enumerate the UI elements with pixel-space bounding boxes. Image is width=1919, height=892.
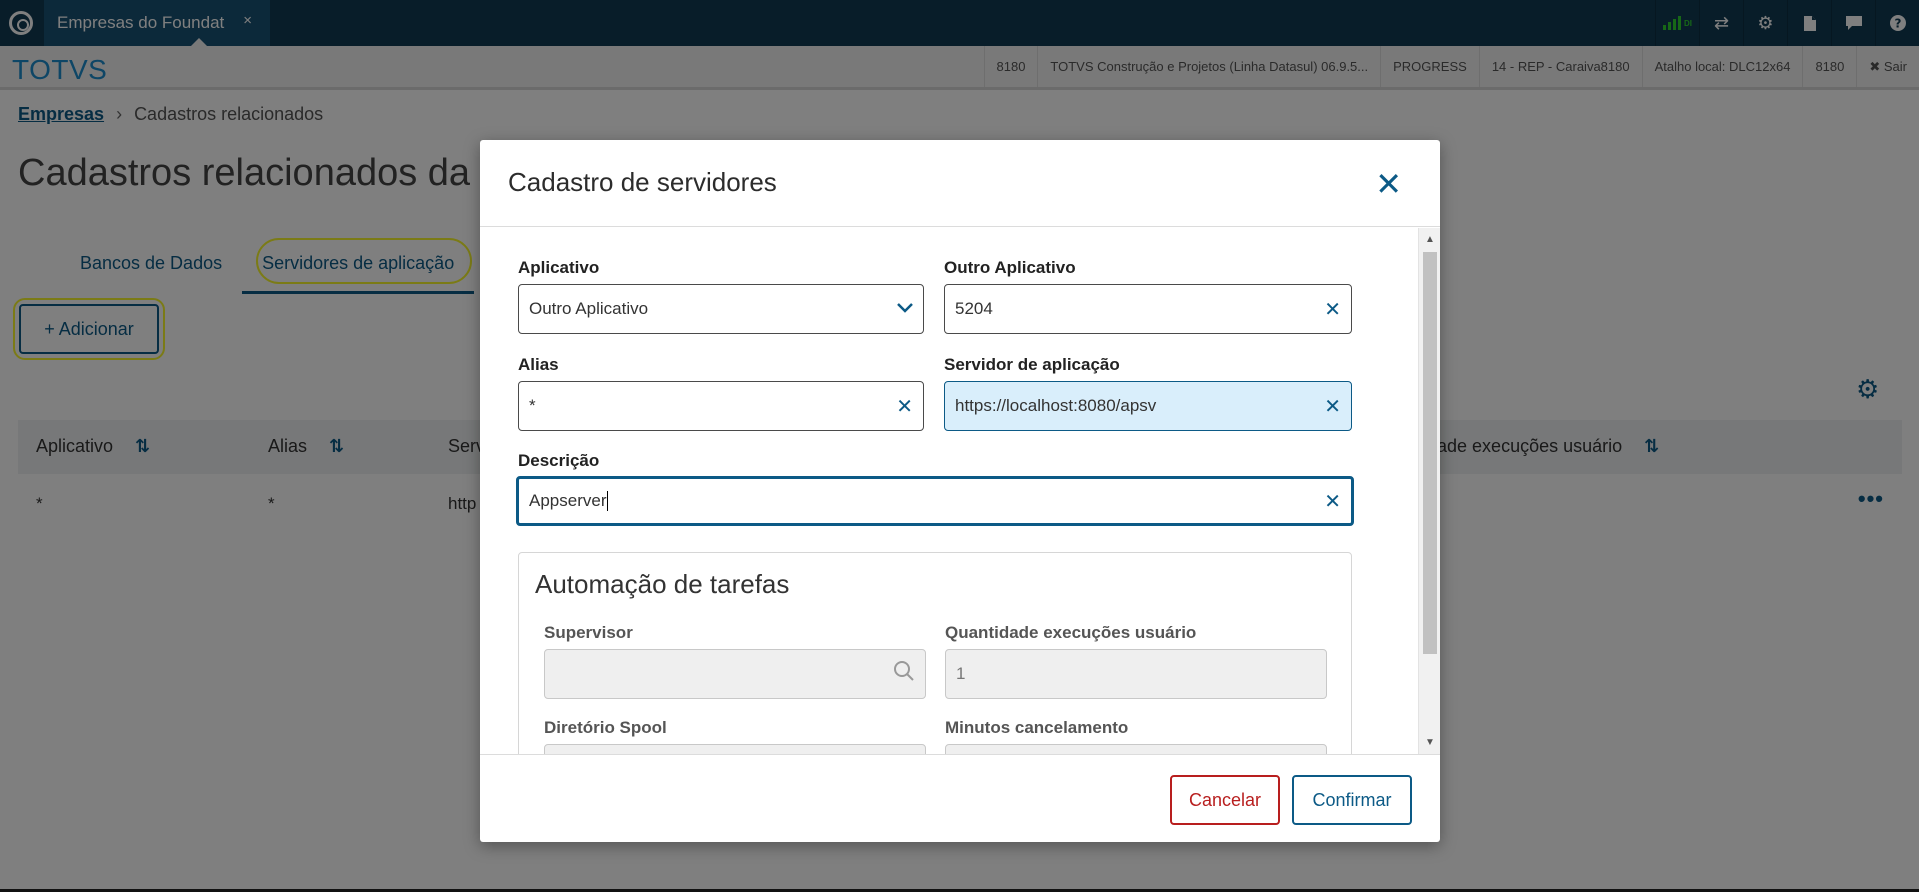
server-registration-dialog: Cadastro de servidores ✕ Aplicativo Outr… [480, 140, 1440, 842]
scroll-down-icon[interactable]: ▼ [1425, 737, 1435, 748]
chevron-down-icon[interactable] [897, 300, 913, 318]
alias-label: Alias [518, 355, 559, 374]
minutos-input[interactable] [945, 744, 1327, 754]
supervisor-input[interactable] [544, 649, 926, 699]
alias-value: * [529, 396, 536, 415]
quantidade-value: 1 [956, 664, 966, 683]
descricao-label: Descrição [518, 451, 600, 470]
dialog-scrollbar[interactable]: ▲ ▼ [1418, 228, 1440, 754]
spool-label: Diretório Spool [544, 718, 667, 737]
servidor-label: Servidor de aplicação [944, 355, 1120, 374]
outro-aplicativo-value: 5204 [955, 299, 993, 318]
outro-aplicativo-input[interactable]: 5204 ✕ [944, 284, 1352, 334]
search-icon[interactable] [893, 660, 915, 688]
clear-icon[interactable]: ✕ [1324, 489, 1341, 514]
clear-icon[interactable]: ✕ [1324, 297, 1341, 322]
dialog-footer: Cancelar Confirmar [480, 754, 1440, 842]
dialog-body: Aplicativo Outro Aplicativo Outro Aplica… [480, 228, 1440, 754]
aplicativo-label: Aplicativo [518, 258, 600, 277]
quantidade-label: Quantidade execuções usuário [945, 623, 1197, 642]
cancel-button[interactable]: Cancelar [1170, 775, 1280, 825]
scroll-up-icon[interactable]: ▲ [1425, 234, 1435, 245]
close-icon[interactable]: ✕ [1375, 168, 1402, 200]
descricao-value: Appserver [529, 490, 607, 510]
dialog-title: Cadastro de servidores [508, 167, 777, 197]
outro-aplicativo-label: Outro Aplicativo [944, 258, 1076, 277]
scroll-thumb[interactable] [1423, 252, 1437, 654]
clear-icon[interactable]: ✕ [896, 394, 913, 419]
spool-input[interactable] [544, 744, 926, 754]
dialog-header: Cadastro de servidores ✕ [480, 140, 1440, 227]
servidor-input[interactable]: https://localhost:8080/apsv ✕ [944, 381, 1352, 431]
minutos-label: Minutos cancelamento [945, 718, 1129, 737]
automation-panel: Automação de tarefas Supervisor Quantida… [518, 552, 1352, 754]
servidor-value: https://localhost:8080/apsv [955, 396, 1157, 415]
alias-input[interactable]: * ✕ [518, 381, 924, 431]
descricao-input[interactable]: Appserver ✕ [516, 476, 1354, 526]
clear-icon[interactable]: ✕ [1324, 394, 1341, 419]
text-caret [607, 491, 609, 512]
quantidade-input[interactable]: 1 [945, 649, 1327, 699]
panel-title: Automação de tarefas [535, 569, 790, 599]
confirm-button[interactable]: Confirmar [1292, 775, 1412, 825]
aplicativo-select[interactable]: Outro Aplicativo [518, 284, 924, 334]
aplicativo-value: Outro Aplicativo [529, 299, 649, 318]
supervisor-label: Supervisor [544, 623, 633, 642]
